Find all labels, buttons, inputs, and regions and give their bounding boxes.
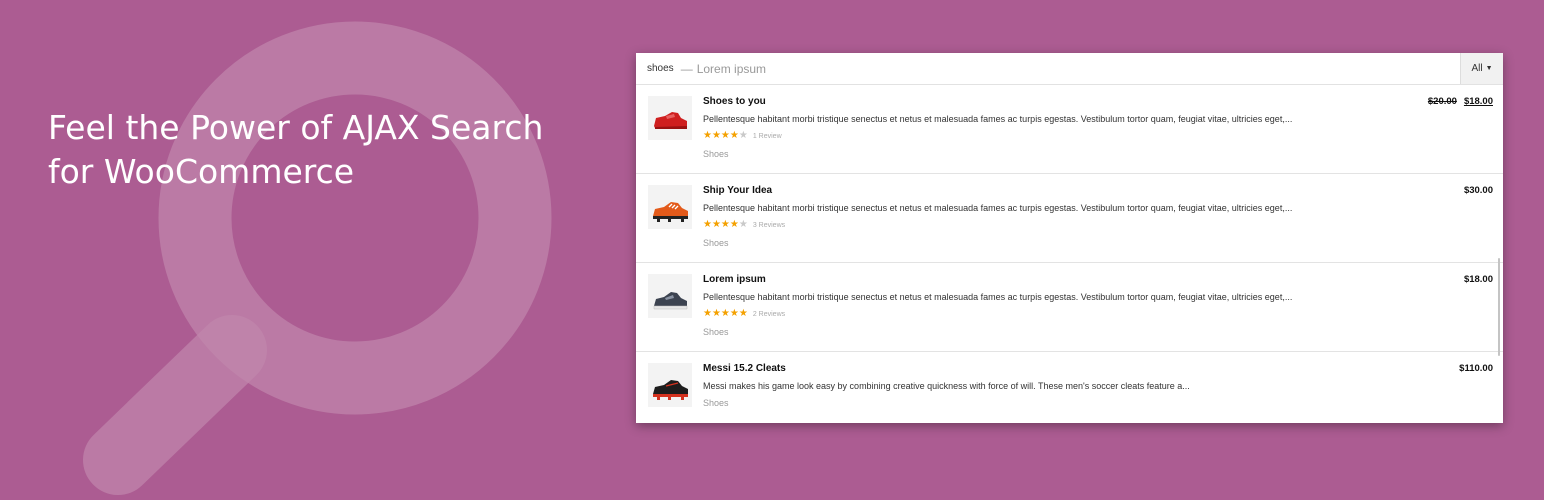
star-rating-icon: ★★★★★: [703, 130, 748, 141]
star-rating-icon: ★★★★★: [703, 219, 748, 230]
result-description: Pellentesque habitant morbi tristique se…: [703, 203, 1293, 213]
search-panel: shoes — Lorem ipsum All ▼ Shoes to you P…: [636, 53, 1503, 423]
review-count: 1 Review: [752, 132, 782, 140]
hero-title-line-1: Feel the Power of AJAX Search: [48, 108, 544, 147]
result-title[interactable]: Shoes to you: [703, 96, 766, 107]
result-description: Pellentesque habitant morbi tristique se…: [703, 114, 1293, 124]
result-item[interactable]: Messi 15.2 Cleats Messi makes his game l…: [636, 352, 1503, 423]
price: $110.00: [1459, 363, 1493, 374]
star-rating-icon: ★★★★★: [703, 308, 748, 319]
result-item[interactable]: Shoes to you Pellentesque habitant morbi…: [636, 85, 1503, 174]
search-bar: shoes — Lorem ipsum All ▼: [636, 53, 1503, 85]
hero-title: Feel the Power of AJAX Search for WooCom…: [48, 106, 608, 194]
category-select-label: All: [1471, 63, 1483, 74]
caret-down-icon: ▼: [1485, 65, 1493, 72]
result-price: $20.00 $18.00: [1428, 96, 1493, 107]
rating: ★★★★★ 3 Reviews: [703, 220, 785, 230]
result-title[interactable]: Ship Your Idea: [703, 185, 772, 196]
results-scrollbar[interactable]: [1498, 258, 1500, 356]
result-category: Shoes: [703, 238, 729, 248]
rating: ★★★★★ 2 Reviews: [703, 309, 785, 319]
price: $18.00: [1463, 274, 1493, 285]
result-description: Messi makes his game look easy by combin…: [703, 381, 1190, 391]
search-hint-dash: —: [680, 61, 693, 76]
category-select[interactable]: All ▼: [1460, 53, 1503, 84]
price-sale: $18.00: [1463, 96, 1493, 107]
result-price: $18.00: [1464, 274, 1493, 285]
grey-sneaker-icon[interactable]: [648, 274, 692, 318]
result-description: Pellentesque habitant morbi tristique se…: [703, 292, 1293, 302]
result-price: $110.00: [1459, 363, 1493, 374]
review-count: 2 Reviews: [752, 310, 786, 318]
result-title[interactable]: Messi 15.2 Cleats: [703, 363, 786, 374]
rating: ★★★★★ 1 Review: [703, 131, 782, 141]
result-category: Shoes: [703, 149, 729, 159]
price-old: $20.00: [1427, 96, 1457, 107]
search-input[interactable]: shoes — Lorem ipsum: [636, 53, 1460, 84]
orange-cleat-icon[interactable]: [648, 185, 692, 229]
result-category: Shoes: [703, 327, 729, 337]
search-query-text: shoes: [647, 63, 674, 74]
review-count: 3 Reviews: [752, 221, 786, 229]
results-list: Shoes to you Pellentesque habitant morbi…: [636, 85, 1503, 423]
price: $30.00: [1463, 185, 1493, 196]
red-shoe-icon[interactable]: [648, 96, 692, 140]
black-cleat-icon[interactable]: [648, 363, 692, 407]
result-price: $30.00: [1464, 185, 1493, 196]
search-hint-text: Lorem ipsum: [696, 61, 767, 76]
result-category: Shoes: [703, 398, 729, 408]
hero-title-line-2: for WooCommerce: [48, 152, 355, 191]
result-item[interactable]: Lorem ipsum Pellentesque habitant morbi …: [636, 263, 1503, 352]
result-item[interactable]: Ship Your Idea Pellentesque habitant mor…: [636, 174, 1503, 263]
result-title[interactable]: Lorem ipsum: [703, 274, 766, 285]
